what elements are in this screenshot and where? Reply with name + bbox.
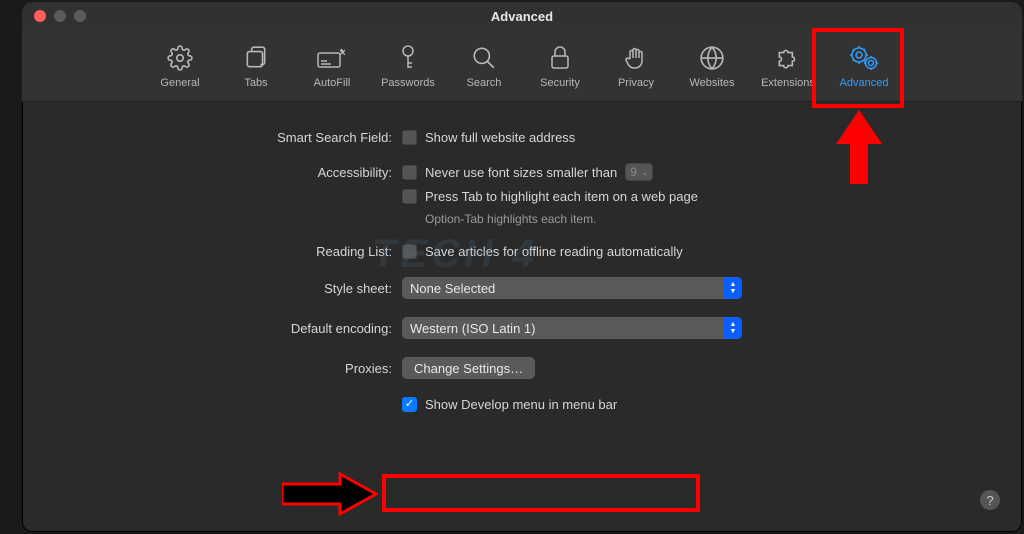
tab-tabs[interactable]: Tabs — [221, 35, 291, 97]
titlebar: Advanced — [22, 2, 1022, 30]
globe-icon — [699, 43, 725, 73]
default-encoding-value: Western (ISO Latin 1) — [410, 321, 535, 336]
annotation-arrow-right — [282, 472, 378, 516]
autofill-icon — [317, 43, 347, 73]
tab-privacy[interactable]: Privacy — [601, 35, 671, 97]
accessibility-label: Accessibility: — [52, 165, 402, 180]
min-font-size-checkbox[interactable] — [402, 165, 417, 180]
chevron-down-icon: ⌄ — [641, 167, 649, 178]
tab-search[interactable]: Search — [449, 35, 519, 97]
puzzle-icon — [775, 43, 801, 73]
select-arrows-icon: ▲▼ — [724, 277, 742, 299]
lock-icon — [549, 43, 571, 73]
reading-list-label: Reading List: — [52, 244, 402, 259]
tab-extensions[interactable]: Extensions — [753, 35, 823, 97]
option-tab-hint: Option-Tab highlights each item. — [425, 212, 596, 226]
style-sheet-value: None Selected — [410, 281, 495, 296]
hand-icon — [624, 43, 648, 73]
font-size-value: 9 — [630, 165, 637, 179]
gears-icon — [849, 43, 879, 73]
annotation-box-develop-menu — [382, 474, 700, 512]
select-arrows-icon: ▲▼ — [724, 317, 742, 339]
change-settings-button[interactable]: Change Settings… — [402, 357, 535, 379]
search-icon — [471, 43, 497, 73]
help-label: ? — [986, 493, 993, 508]
tab-label: Advanced — [840, 77, 889, 89]
tab-autofill[interactable]: AutoFill — [297, 35, 367, 97]
reading-list-checkbox[interactable] — [402, 244, 417, 259]
tab-label: Search — [467, 77, 502, 89]
tab-security[interactable]: Security — [525, 35, 595, 97]
tab-label: Websites — [689, 77, 734, 89]
reading-list-option-label: Save articles for offline reading automa… — [425, 244, 683, 259]
tab-label: Extensions — [761, 77, 815, 89]
press-tab-label: Press Tab to highlight each item on a we… — [425, 189, 698, 204]
content-area: Smart Search Field: Show full website ad… — [22, 102, 1022, 448]
proxies-label: Proxies: — [52, 361, 402, 376]
preferences-window: Advanced General Tabs AutoFill — [22, 2, 1022, 532]
gear-icon — [167, 43, 193, 73]
key-icon — [398, 43, 418, 73]
tab-general[interactable]: General — [145, 35, 215, 97]
tab-label: Passwords — [381, 77, 435, 89]
min-font-size-stepper[interactable]: 9 ⌄ — [625, 163, 653, 181]
tab-label: Security — [540, 77, 580, 89]
tab-label: AutoFill — [314, 77, 351, 89]
preferences-toolbar: General Tabs AutoFill Passwords Search — [22, 30, 1022, 102]
tab-websites[interactable]: Websites — [677, 35, 747, 97]
window-title: Advanced — [22, 9, 1022, 24]
develop-menu-label: Show Develop menu in menu bar — [425, 397, 617, 412]
develop-menu-checkbox[interactable] — [402, 397, 417, 412]
smart-search-label: Smart Search Field: — [52, 130, 402, 145]
press-tab-checkbox[interactable] — [402, 189, 417, 204]
tab-label: General — [160, 77, 199, 89]
default-encoding-select[interactable]: Western (ISO Latin 1) ▲▼ — [402, 317, 742, 339]
style-sheet-label: Style sheet: — [52, 281, 402, 296]
default-encoding-label: Default encoding: — [52, 321, 402, 336]
tabs-icon — [243, 43, 269, 73]
show-full-url-checkbox[interactable] — [402, 130, 417, 145]
tab-advanced[interactable]: Advanced — [829, 35, 899, 97]
help-button[interactable]: ? — [980, 490, 1000, 510]
tab-passwords[interactable]: Passwords — [373, 35, 443, 97]
style-sheet-select[interactable]: None Selected ▲▼ — [402, 277, 742, 299]
show-full-url-label: Show full website address — [425, 130, 575, 145]
tab-label: Tabs — [244, 77, 267, 89]
tab-label: Privacy — [618, 77, 654, 89]
change-settings-label: Change Settings… — [414, 361, 523, 376]
min-font-size-label: Never use font sizes smaller than — [425, 165, 617, 180]
